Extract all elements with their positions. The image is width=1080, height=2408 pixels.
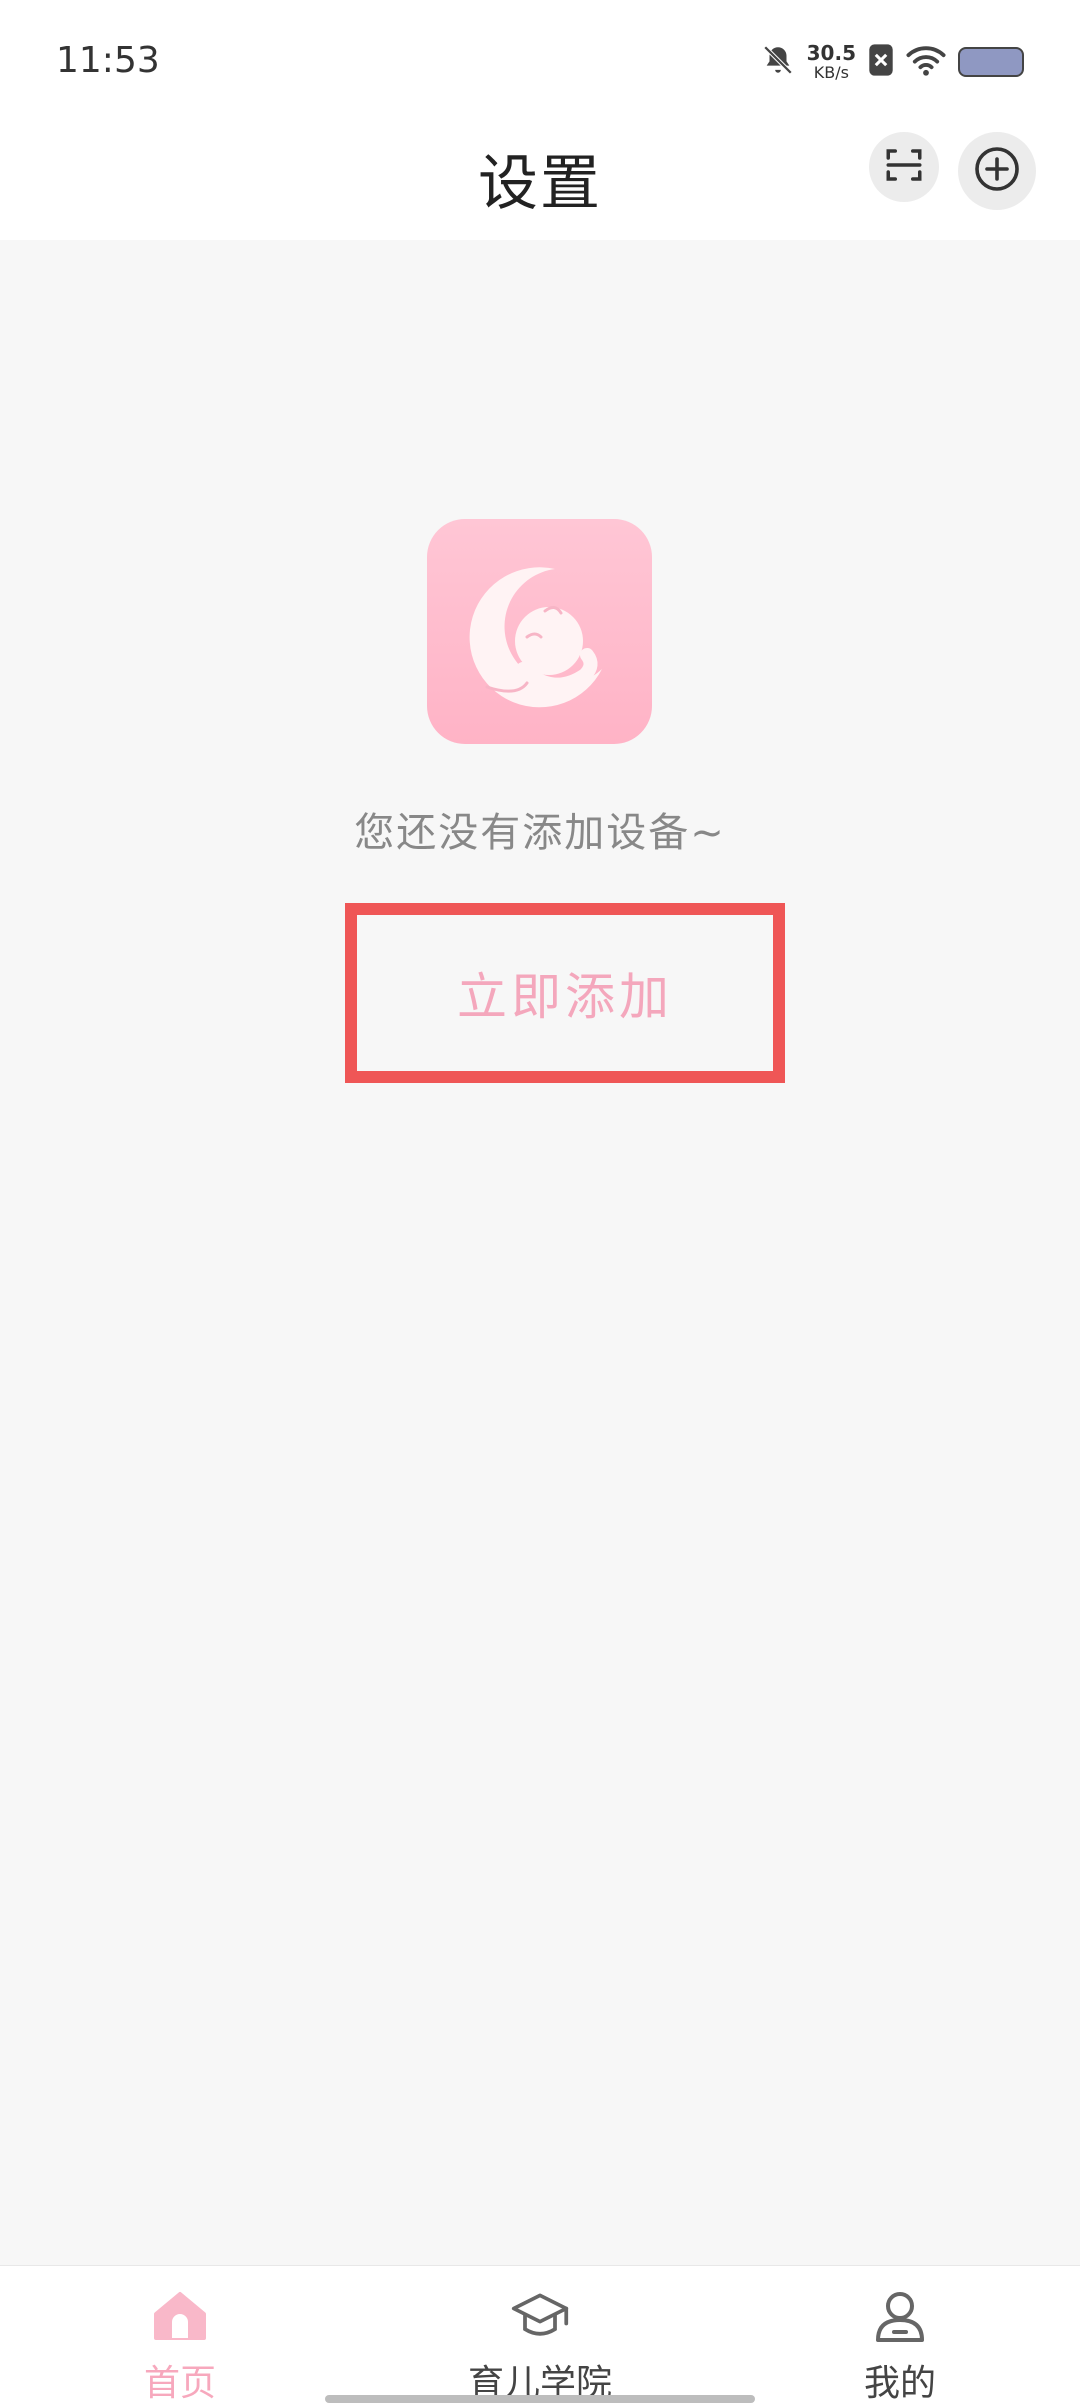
status-icons: 30.5 KB/s: [761, 40, 1024, 84]
battery-icon: [958, 47, 1024, 77]
add-now-label: 立即添加: [457, 968, 673, 1026]
add-now-button[interactable]: 立即添加: [345, 903, 785, 1083]
nav-item-mine[interactable]: 我的: [800, 2266, 1000, 2408]
wifi-icon: [906, 44, 946, 80]
net-speed-unit: KB/s: [813, 63, 849, 82]
nav-label-home: 首页: [143, 2363, 216, 2404]
status-bar: 11:53 30.5 KB/s: [0, 0, 1080, 125]
bottom-nav: 首页 育儿学院 我的: [0, 2265, 1080, 2408]
header: 设置: [0, 125, 1080, 240]
app-screen: 11:53 30.5 KB/s 设置 您还没有添加设备~ 立即添加 首页 育儿学…: [0, 0, 1080, 2408]
scan-icon: [883, 144, 925, 190]
home-icon: [150, 2286, 210, 2346]
user-icon: [870, 2286, 930, 2346]
nav-label-mine: 我的: [863, 2363, 936, 2404]
add-device-button[interactable]: [958, 132, 1036, 210]
scan-button[interactable]: [869, 132, 939, 202]
empty-state-message: 您还没有添加设备~: [354, 810, 726, 856]
main-content: 您还没有添加设备~ 立即添加: [0, 240, 1080, 2265]
sim-blocked-icon: [868, 43, 894, 81]
nav-item-home[interactable]: 首页: [80, 2266, 280, 2408]
add-circle-icon: [973, 145, 1021, 197]
nav-item-academy[interactable]: 育儿学院: [440, 2266, 640, 2408]
bell-muted-icon: [761, 43, 795, 81]
home-indicator[interactable]: [325, 2395, 755, 2403]
baby-moon-logo: [427, 519, 652, 744]
status-time: 11:53: [56, 40, 160, 81]
net-speed-value: 30.5: [806, 41, 856, 65]
graduation-cap-icon: [510, 2286, 570, 2346]
net-speed: 30.5 KB/s: [807, 43, 856, 81]
